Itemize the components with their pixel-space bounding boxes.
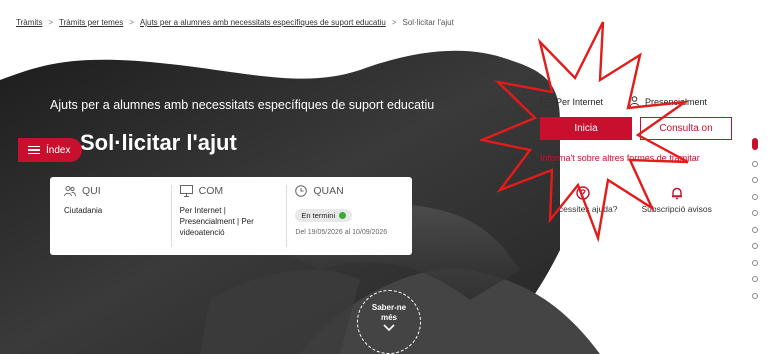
monitor-icon [179, 185, 193, 197]
section-dot[interactable] [752, 259, 758, 266]
tab-per-internet[interactable]: Per Internet [540, 96, 603, 107]
info-com-heading: COM [198, 185, 224, 197]
breadcrumb: Tràmits > Tràmits per temes > Ajuts per … [16, 18, 454, 27]
section-dot[interactable] [752, 243, 758, 249]
bell-icon [671, 187, 682, 200]
section-dot[interactable] [752, 160, 758, 167]
chevron-down-icon [383, 324, 395, 332]
tab-presencialment-label: Presencialment [645, 96, 708, 107]
section-dot[interactable] [752, 210, 758, 216]
info-qui: QUI Ciutadania [60, 185, 171, 247]
index-button[interactable]: Índex [18, 138, 82, 162]
page: Tràmits > Tràmits per temes > Ajuts per … [0, 0, 774, 354]
breadcrumb-separator: > [391, 18, 397, 27]
browser-icon [540, 96, 551, 107]
status-badge-label: En termini [301, 211, 336, 220]
info-quan: QUAN En termini Del 19/05/2026 al 10/09/… [286, 185, 402, 247]
info-qui-heading: QUI [82, 185, 101, 197]
section-dot[interactable] [752, 226, 758, 233]
info-com-text: Per Internet | Presencialment | Per vide… [179, 206, 254, 238]
clock-icon [295, 185, 308, 197]
menu-icon [28, 145, 40, 155]
person-icon [629, 96, 640, 107]
subscription-button[interactable]: Subscripció avisos [641, 186, 712, 214]
breadcrumb-link-tramits[interactable]: Tràmits [16, 18, 42, 27]
inicia-button[interactable]: Inicia [540, 117, 632, 140]
consulta-on-button[interactable]: Consulta on [640, 117, 732, 140]
section-dot-active[interactable] [752, 138, 758, 150]
other-ways-link[interactable]: Informa't sobre altres formes de tramita… [540, 153, 740, 163]
section-nav-dots [752, 138, 758, 299]
help-icon [576, 186, 590, 200]
channel-tabs: Per Internet Presencialment [540, 96, 740, 107]
section-dot[interactable] [752, 177, 758, 183]
info-com: COM Per Internet | Presencialment | Per … [170, 185, 287, 247]
breadcrumb-link-ajuts[interactable]: Ajuts per a alumnes amb necessitats espe… [140, 18, 386, 27]
page-title: Sol·licitar l'ajut [80, 130, 237, 155]
section-dot[interactable] [752, 276, 758, 282]
subscription-label: Subscripció avisos [641, 204, 712, 214]
people-icon [64, 186, 76, 197]
help-label: Necessites ajuda? [548, 204, 618, 214]
status-dot-icon [339, 212, 347, 219]
info-qui-text: Ciutadania [64, 206, 103, 215]
action-buttons: Inicia Consulta on [540, 117, 740, 140]
saber-ne-mes-button[interactable]: Saber-ne més [357, 290, 421, 354]
status-badge: En termini [295, 209, 353, 222]
section-dot[interactable] [752, 292, 758, 299]
section-dot[interactable] [752, 193, 758, 200]
help-row: Necessites ajuda? Subscripció avisos [548, 186, 712, 214]
breadcrumb-link-tramits-per-temes[interactable]: Tràmits per temes [59, 18, 123, 27]
breadcrumb-separator: > [129, 18, 134, 27]
index-button-label: Índex [46, 144, 71, 156]
tab-presencialment[interactable]: Presencialment [629, 96, 707, 107]
breadcrumb-current: Sol·licitar l'ajut [402, 18, 454, 27]
help-button[interactable]: Necessites ajuda? [548, 186, 617, 214]
info-quan-dates: Del 19/05/2026 al 10/09/2026 [295, 229, 388, 236]
tramitar-panel: Per Internet Presencialment Inicia Consu… [540, 96, 740, 163]
saber-label-line2: més [380, 312, 397, 322]
hero-subtitle: Ajuts per a alumnes amb necessitats espe… [50, 98, 435, 112]
tab-per-internet-label: Per Internet [556, 96, 604, 107]
info-card: QUI Ciutadania COM Per Internet | Presen… [50, 177, 412, 255]
breadcrumb-separator: > [48, 18, 54, 27]
info-quan-heading: QUAN [313, 185, 344, 197]
saber-label-line1: Saber-ne [371, 303, 407, 312]
